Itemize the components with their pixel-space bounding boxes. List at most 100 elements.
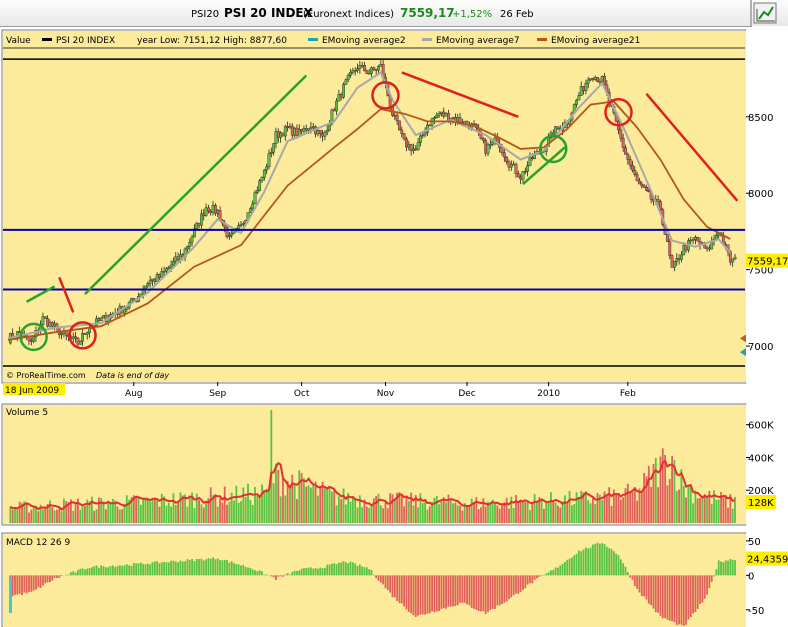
volume-bar — [559, 507, 562, 523]
macd-bar — [447, 575, 450, 607]
volume-bar — [32, 506, 35, 523]
volume-bar — [198, 500, 200, 523]
candle — [269, 152, 273, 154]
macd-bar — [449, 575, 452, 607]
candle — [258, 180, 262, 191]
macd-bar — [557, 567, 559, 576]
volume-bar — [417, 507, 420, 523]
candle — [74, 336, 77, 339]
volume-bar — [335, 505, 338, 523]
volume-bar — [657, 487, 660, 523]
volume-bar — [193, 508, 196, 523]
volume-bar — [11, 509, 14, 523]
candle — [421, 134, 425, 137]
candle — [209, 210, 213, 213]
macd-bar — [717, 560, 720, 576]
macd-bar — [440, 575, 443, 609]
macd-bar — [631, 575, 634, 580]
macd-bar — [403, 575, 406, 607]
candle — [151, 278, 154, 281]
volume-bar — [724, 494, 727, 523]
macd-bar — [475, 575, 478, 610]
volume-bar — [372, 498, 375, 523]
volume-bar — [666, 485, 669, 523]
volume-bar — [403, 506, 406, 523]
candle — [523, 170, 527, 173]
volume-bar — [188, 495, 191, 523]
volume-bar — [699, 497, 701, 523]
candle — [190, 236, 194, 243]
volume-bar — [526, 500, 529, 523]
volume-bar — [438, 504, 440, 523]
volume-bar — [706, 496, 708, 523]
volume-bar — [177, 502, 180, 523]
x-tick-label-2: Oct — [294, 389, 310, 399]
macd-bar — [531, 575, 534, 584]
volume-bar — [552, 501, 555, 523]
macd-bar — [375, 575, 378, 579]
macd-bar — [151, 562, 154, 576]
macd-bar — [158, 563, 161, 576]
candle — [682, 245, 686, 256]
chart-settings-icon[interactable] — [753, 2, 777, 24]
volume-bar — [615, 492, 618, 523]
price-tick-label-3: 8500 — [748, 113, 773, 124]
candle — [582, 86, 585, 91]
macd-bar — [529, 575, 531, 584]
macd-bar — [74, 572, 77, 576]
candle — [584, 83, 588, 91]
candle — [707, 247, 711, 250]
macd-bar — [337, 562, 340, 576]
volume-bar — [279, 496, 282, 523]
macd-bar — [351, 562, 354, 576]
candle — [167, 267, 171, 269]
macd-bar — [414, 575, 417, 617]
macd-bar — [289, 574, 291, 576]
volume-bar — [256, 495, 259, 523]
candle — [673, 260, 676, 268]
legend-label-2: EMoving average2 — [322, 36, 406, 46]
candle — [248, 208, 252, 213]
volume-bar — [151, 498, 154, 523]
candle — [556, 126, 560, 129]
volume-bar — [557, 505, 559, 523]
macd-bar — [123, 565, 126, 576]
macd-bar — [384, 575, 387, 589]
price-panel-bg — [3, 31, 746, 382]
macd-bar — [608, 548, 611, 576]
volume-bar — [643, 472, 646, 523]
candle — [146, 283, 150, 287]
macd-bar — [645, 575, 648, 600]
volume-bar — [14, 507, 16, 523]
volume-bar — [470, 498, 473, 523]
macd-bar — [487, 575, 489, 613]
volume-bar — [314, 481, 317, 523]
candle — [575, 99, 578, 105]
macd-bar — [720, 561, 722, 576]
macd-bar — [216, 558, 219, 576]
volume-bar — [258, 497, 261, 523]
candle — [638, 180, 641, 185]
candle — [596, 77, 599, 82]
candle — [628, 159, 632, 166]
volume-bar — [400, 494, 403, 523]
macd-bar — [49, 575, 51, 583]
legend-swatch-2 — [308, 38, 318, 41]
volume-bar — [142, 498, 145, 523]
macd-bar — [605, 546, 608, 576]
macd-bar — [263, 574, 266, 576]
macd-bar — [661, 575, 664, 619]
volume-bar — [223, 486, 226, 523]
candle — [227, 235, 231, 238]
candle — [484, 140, 488, 154]
macd-bar — [321, 568, 324, 576]
legend-label-4: EMoving average21 — [551, 36, 640, 46]
macd-bar — [160, 562, 163, 576]
macd-cursor — [9, 578, 12, 613]
volume-bar — [330, 491, 333, 523]
candle — [276, 131, 280, 138]
macd-bar — [333, 563, 336, 576]
macd-bar — [640, 575, 643, 596]
volume-bar — [412, 505, 415, 523]
candle — [458, 117, 462, 123]
